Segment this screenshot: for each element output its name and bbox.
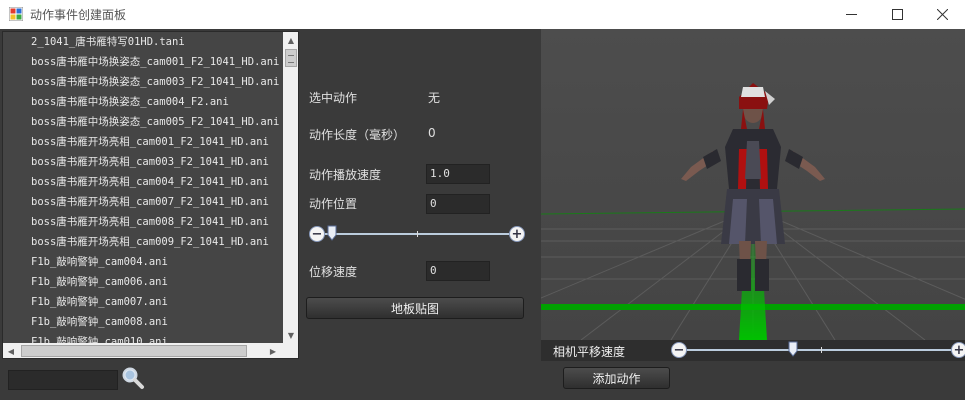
camera-slider-tick bbox=[821, 347, 822, 353]
close-icon bbox=[936, 9, 948, 20]
action-list-item[interactable]: 2_1041_唐书雁特写01HD.tani bbox=[3, 32, 283, 52]
maximize-icon bbox=[891, 9, 903, 20]
add-action-button[interactable]: 添加动作 bbox=[563, 367, 670, 389]
action-list-items[interactable]: 2_1041_唐书雁特写01HD.tani boss唐书雁中场换姿态_cam001… bbox=[3, 32, 283, 343]
camera-pan-speed-slider[interactable]: − + bbox=[671, 341, 965, 359]
action-length-value: 0 bbox=[428, 126, 436, 140]
camera-slider-track bbox=[685, 349, 959, 351]
horizontal-scrollbar[interactable]: ◀ ▶ bbox=[3, 343, 298, 358]
position-slider-knob[interactable] bbox=[327, 225, 337, 241]
increase-pan-speed-button[interactable]: + bbox=[951, 342, 965, 358]
plus-icon: + bbox=[953, 342, 965, 358]
app-icon bbox=[9, 7, 23, 21]
search-input[interactable] bbox=[8, 370, 118, 390]
action-list-item[interactable]: F1b_敲响警钟_cam007.ani bbox=[3, 292, 283, 312]
play-speed-input[interactable]: 1.0 bbox=[426, 164, 490, 184]
camera-pan-bar: 相机平移速度 − + bbox=[541, 340, 965, 361]
action-list-item[interactable]: boss唐书雁中场换姿态_cam001_F2_1041_HD.ani bbox=[3, 52, 283, 72]
action-list-item[interactable]: boss唐书雁开场亮相_cam007_F2_1041_HD.ani bbox=[3, 192, 283, 212]
slider-tick bbox=[417, 231, 418, 237]
action-list-item[interactable]: boss唐书雁中场换姿态_cam003_F2_1041_HD.ani bbox=[3, 72, 283, 92]
vertical-scrollbar[interactable]: ▲ ▼ bbox=[283, 32, 298, 343]
scene-render bbox=[541, 29, 965, 340]
action-list-item[interactable]: F1b_敲响警钟_cam008.ani bbox=[3, 312, 283, 332]
action-list-item[interactable]: boss唐书雁中场换姿态_cam004_F2.ani bbox=[3, 92, 283, 112]
action-length-label: 动作长度（毫秒） bbox=[309, 128, 406, 142]
search-icon[interactable] bbox=[121, 366, 145, 390]
close-button[interactable] bbox=[919, 0, 965, 29]
minus-icon: − bbox=[673, 342, 685, 358]
scroll-up-icon[interactable]: ▲ bbox=[283, 32, 298, 48]
action-list-item[interactable]: boss唐书雁开场亮相_cam003_F2_1041_HD.ani bbox=[3, 152, 283, 172]
action-position-label: 动作位置 bbox=[309, 197, 358, 211]
action-list-item[interactable]: F1b_敲响警钟_cam010.ani bbox=[3, 332, 283, 343]
play-speed-label: 动作播放速度 bbox=[309, 168, 382, 182]
scroll-left-icon[interactable]: ◀ bbox=[3, 343, 19, 358]
pan-speed-slider-knob[interactable] bbox=[788, 341, 798, 357]
action-list-item[interactable]: F1b_敲响警钟_cam006.ani bbox=[3, 272, 283, 292]
property-panel: 选中动作 无 动作长度（毫秒） 0 动作播放速度 1.0 动作位置 0 − + … bbox=[301, 29, 541, 361]
title-bar: 动作事件创建面板 bbox=[0, 0, 965, 29]
action-position-input[interactable]: 0 bbox=[426, 194, 490, 214]
increase-position-button[interactable]: + bbox=[509, 226, 525, 242]
maximize-button[interactable] bbox=[874, 0, 920, 29]
action-list[interactable]: 2_1041_唐书雁特写01HD.tani boss唐书雁中场换姿态_cam001… bbox=[2, 31, 299, 359]
plus-icon: + bbox=[511, 226, 523, 242]
selected-action-label: 选中动作 bbox=[309, 91, 358, 105]
action-list-item[interactable]: boss唐书雁中场换姿态_cam005_F2_1041_HD.ani bbox=[3, 112, 283, 132]
scroll-right-icon[interactable]: ▶ bbox=[265, 343, 281, 358]
scroll-down-icon[interactable]: ▼ bbox=[283, 327, 298, 343]
3d-viewport[interactable] bbox=[541, 29, 965, 340]
bottom-bar: 添加动作 bbox=[0, 361, 965, 400]
vertical-scroll-thumb[interactable] bbox=[285, 49, 297, 67]
minimize-button[interactable] bbox=[828, 0, 874, 29]
minimize-icon bbox=[845, 14, 857, 15]
window-title: 动作事件创建面板 bbox=[30, 8, 127, 22]
decrease-position-button[interactable]: − bbox=[309, 226, 325, 242]
move-speed-input[interactable]: 0 bbox=[426, 261, 490, 281]
slider-track bbox=[323, 233, 513, 235]
action-list-item[interactable]: boss唐书雁开场亮相_cam009_F2_1041_HD.ani bbox=[3, 232, 283, 252]
action-list-item[interactable]: boss唐书雁开场亮相_cam004_F2_1041_HD.ani bbox=[3, 172, 283, 192]
action-list-item[interactable]: boss唐书雁开场亮相_cam008_F2_1041_HD.ani bbox=[3, 212, 283, 232]
horizontal-scroll-thumb[interactable] bbox=[21, 345, 247, 357]
floor-texture-button[interactable]: 地板贴图 bbox=[306, 297, 524, 319]
decrease-pan-speed-button[interactable]: − bbox=[671, 342, 687, 358]
action-list-item[interactable]: boss唐书雁开场亮相_cam001_F2_1041_HD.ani bbox=[3, 132, 283, 152]
scrollbar-corner bbox=[283, 343, 298, 358]
action-list-item[interactable]: F1b_敲响警钟_cam004.ani bbox=[3, 252, 283, 272]
minus-icon: − bbox=[311, 226, 323, 242]
camera-pan-speed-label: 相机平移速度 bbox=[553, 345, 626, 359]
action-position-slider[interactable]: − + bbox=[309, 225, 525, 243]
selected-action-value: 无 bbox=[428, 91, 441, 105]
move-speed-label: 位移速度 bbox=[309, 265, 358, 279]
